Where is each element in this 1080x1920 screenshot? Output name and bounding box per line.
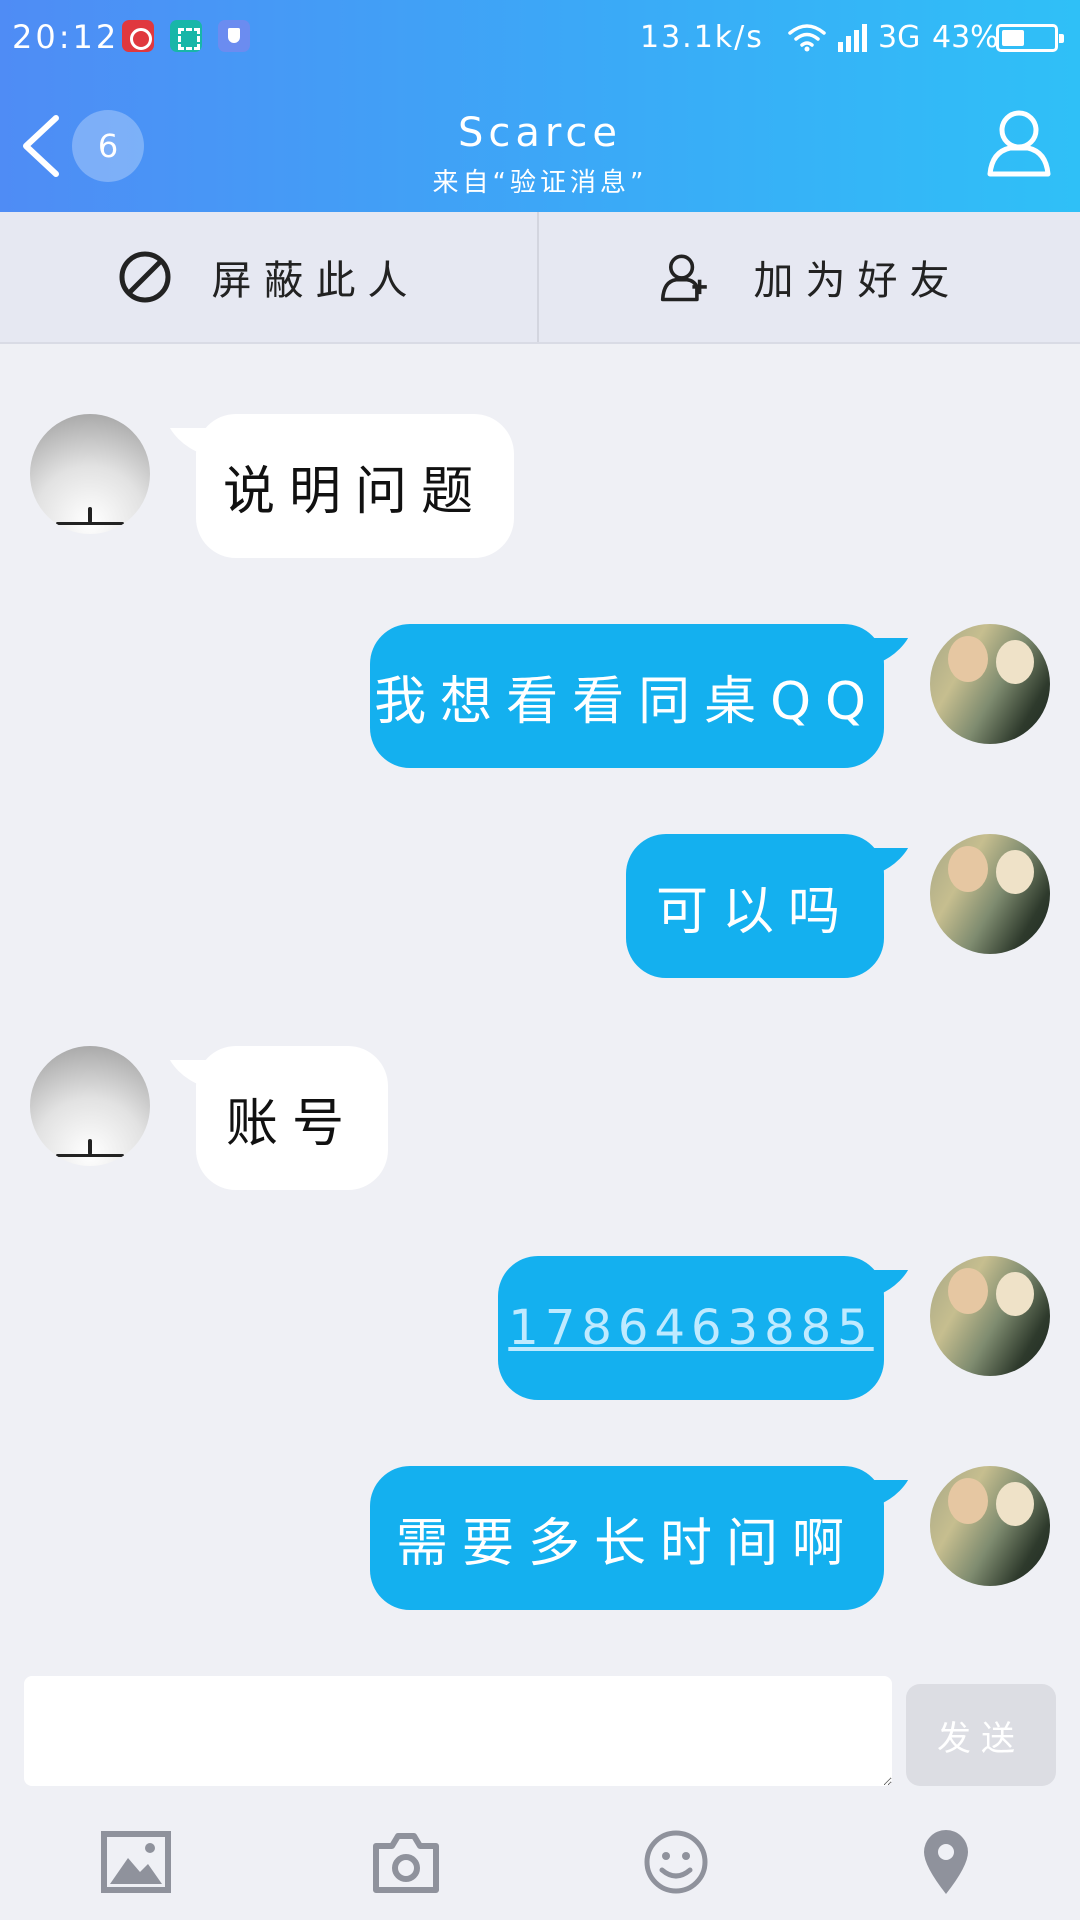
add-friend-label: 加为好友 (753, 258, 962, 304)
wifi-icon (788, 24, 826, 52)
message-input[interactable] (24, 1676, 892, 1786)
outgoing-message-bubble[interactable]: 可以吗 (626, 834, 884, 978)
stranger-action-bar: 屏蔽此人 加为好友 (0, 212, 1080, 344)
my-avatar[interactable] (930, 834, 1050, 954)
person-icon (987, 110, 1051, 177)
profile-button[interactable] (986, 106, 1052, 178)
shield-icon (218, 20, 250, 52)
outgoing-message-bubble[interactable]: 我想看看同桌QQ (370, 624, 884, 768)
qq-number-link[interactable]: 1786463885 (508, 1300, 873, 1356)
battery-fill (1002, 30, 1024, 46)
chat-title: Scarce (457, 110, 623, 156)
camera-button[interactable] (370, 1828, 442, 1896)
add-friend-icon (660, 254, 707, 302)
network-type: 3G (878, 20, 921, 55)
camera-icon (373, 1833, 439, 1893)
my-avatar[interactable] (930, 1256, 1050, 1376)
network-speed: 13.1k/s (640, 20, 764, 55)
outgoing-message-bubble[interactable]: 需要多长时间啊 (370, 1466, 884, 1610)
netease-music-icon (122, 20, 154, 52)
signal-icon (838, 24, 867, 52)
header: 20:12 13.1k/s 3G 43% 6 Scarce 来自“验证消息” (0, 0, 1080, 212)
send-button[interactable]: 发送 (906, 1684, 1056, 1786)
outgoing-message-bubble: 1786463885 (498, 1256, 884, 1400)
incoming-message-bubble[interactable]: 说明问题 (196, 414, 514, 558)
scan-icon (170, 20, 202, 52)
battery-icon (996, 24, 1064, 52)
my-avatar[interactable] (930, 1466, 1050, 1586)
contact-avatar[interactable] (30, 1046, 150, 1166)
incoming-message-bubble[interactable]: 账号 (196, 1046, 388, 1190)
title-bar: 6 Scarce 来自“验证消息” (0, 76, 1080, 212)
chat-subtitle: 来自“验证消息” (432, 168, 648, 198)
add-friend-button[interactable]: 加为好友 (541, 212, 1080, 342)
status-time: 20:12 (12, 18, 120, 56)
location-button[interactable] (910, 1828, 982, 1896)
emoji-button[interactable] (640, 1828, 712, 1896)
block-icon (119, 251, 170, 303)
image-button[interactable] (100, 1828, 172, 1896)
location-icon (924, 1830, 968, 1894)
input-toolbar (0, 1800, 1080, 1920)
contact-avatar[interactable] (30, 414, 150, 534)
block-user-label: 屏蔽此人 (211, 258, 420, 304)
status-bar: 20:12 13.1k/s 3G 43% (0, 0, 1080, 76)
emoji-icon (644, 1830, 708, 1894)
image-icon (101, 1831, 171, 1893)
my-avatar[interactable] (930, 624, 1050, 744)
block-user-button[interactable]: 屏蔽此人 (0, 212, 539, 342)
battery-percent: 43% (932, 20, 999, 55)
